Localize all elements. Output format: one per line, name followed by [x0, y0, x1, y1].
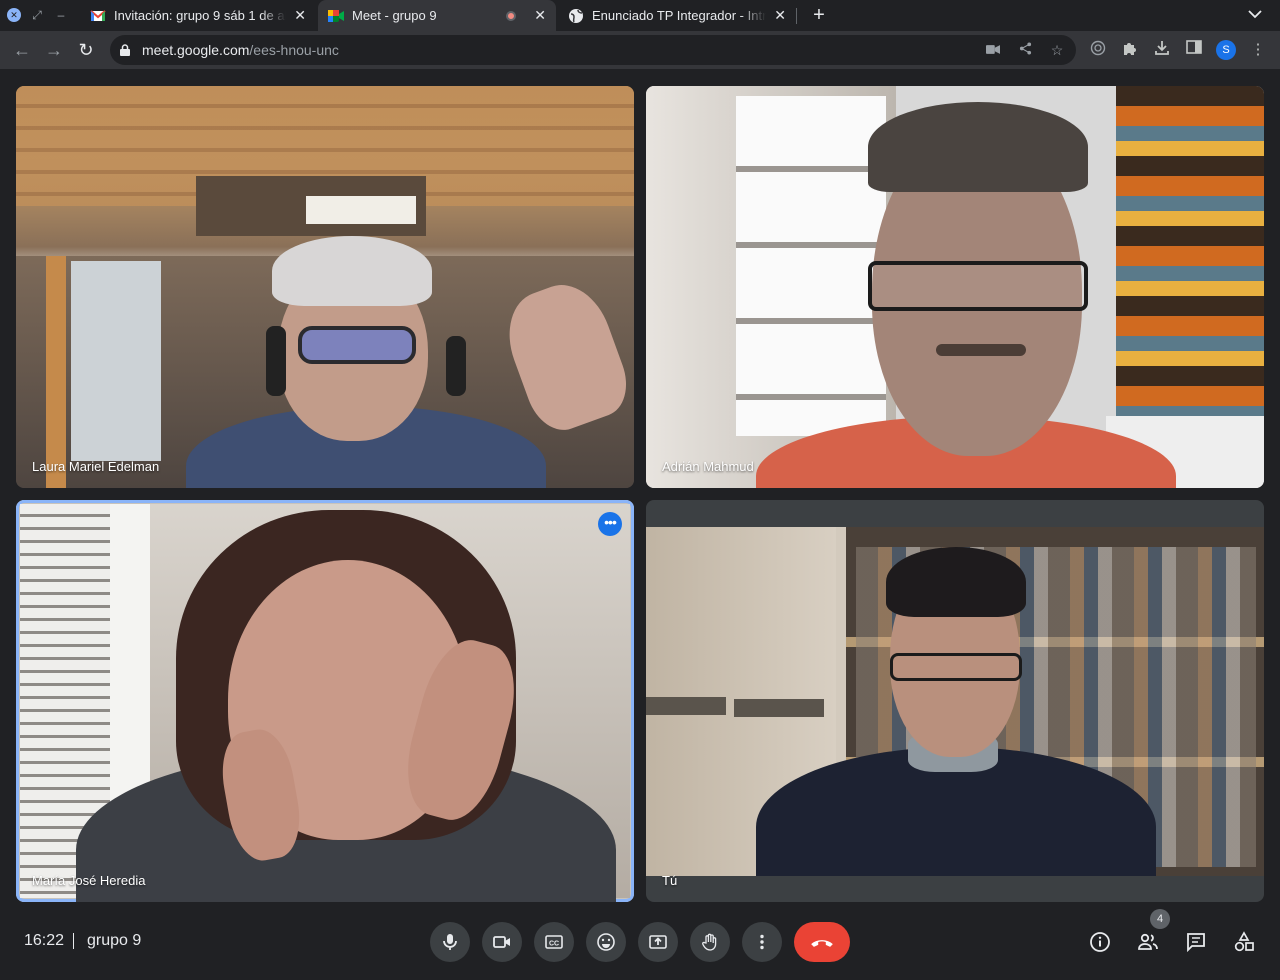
- url-path: /ees-hnou-unc: [249, 42, 339, 58]
- person-hair: [272, 236, 432, 306]
- browser-menu-icon[interactable]: ⋮: [1248, 40, 1268, 60]
- present-screen-button[interactable]: [638, 922, 678, 962]
- more-options-button[interactable]: [742, 922, 782, 962]
- chat-button[interactable]: [1184, 930, 1208, 954]
- url-text: meet.google.com/ees-hnou-unc: [142, 42, 339, 58]
- wardrobe-handle: [734, 699, 824, 717]
- window-panes: [736, 96, 886, 436]
- reload-icon[interactable]: ↻: [74, 38, 98, 62]
- participant-name: Laura Mariel Edelman: [32, 459, 160, 474]
- emoji-icon: [597, 933, 615, 951]
- reactions-button[interactable]: [586, 922, 626, 962]
- chat-icon: [1187, 933, 1205, 953]
- divider: [73, 933, 74, 949]
- gmail-icon: [90, 8, 106, 24]
- wall-tapestry: [1116, 86, 1264, 426]
- svg-text:CC: CC: [549, 941, 559, 948]
- url-host: meet.google.com: [142, 42, 250, 58]
- participant-name: María José Heredia: [32, 873, 146, 888]
- tab-search-chevron-icon[interactable]: [1248, 6, 1262, 22]
- meet-icon: [328, 8, 344, 24]
- recording-indicator-icon: [506, 10, 517, 21]
- self-video-frame: [646, 527, 1264, 876]
- share-icon[interactable]: [1016, 41, 1034, 59]
- video-tile-participant[interactable]: ••• María José Heredia: [16, 500, 634, 902]
- camera-button[interactable]: [482, 922, 522, 962]
- microphone-icon: [443, 934, 457, 950]
- tab-gmail-invitation[interactable]: Invitación: grupo 9 sáb 1 de ab ✕: [80, 0, 316, 31]
- tab-title: Enunciado TP Integrador - Intr: [592, 8, 767, 23]
- people-button[interactable]: [1136, 930, 1160, 954]
- person-hair: [886, 547, 1026, 617]
- download-icon[interactable]: [1152, 40, 1172, 60]
- headset-right: [446, 336, 466, 396]
- meeting-details-button[interactable]: [1088, 930, 1112, 954]
- window-close-icon[interactable]: ✕: [7, 8, 21, 22]
- meeting-clock: 16:22: [24, 932, 65, 949]
- back-arrow-icon[interactable]: ←: [10, 38, 34, 62]
- glasses: [890, 653, 1022, 681]
- info-icon: [1090, 932, 1110, 952]
- sync-icon[interactable]: [1088, 40, 1108, 60]
- raise-hand-icon: [702, 933, 717, 951]
- tab-title: Invitación: grupo 9 sáb 1 de ab: [114, 8, 287, 23]
- lock-icon: [120, 43, 130, 56]
- window-light: [306, 196, 416, 224]
- tab-enunciado-tp[interactable]: Enunciado TP Integrador - Intr ✕: [558, 0, 796, 31]
- window-minimize-icon[interactable]: –: [54, 8, 68, 22]
- profile-avatar[interactable]: S: [1216, 40, 1236, 60]
- raise-hand-button[interactable]: [690, 922, 730, 962]
- meeting-title: grupo 9: [87, 932, 142, 949]
- browser-tab-strip: ✕ ⤢ – Invitación: grupo 9 sáb 1 de ab ✕ …: [0, 0, 1280, 31]
- forward-arrow-icon[interactable]: →: [42, 38, 66, 62]
- video-tile-self[interactable]: Tú: [646, 500, 1264, 902]
- side-panel-icon[interactable]: [1184, 40, 1204, 60]
- tab-meet-grupo-9[interactable]: Meet - grupo 9 ✕: [318, 0, 556, 31]
- bookmark-star-icon[interactable]: ☆: [1048, 41, 1066, 59]
- leave-call-button[interactable]: [794, 922, 850, 962]
- participant-count-badge: 4: [1150, 909, 1170, 929]
- tab-close-icon[interactable]: ✕: [294, 7, 306, 24]
- participant-name: Tú: [662, 873, 678, 888]
- moustache: [936, 344, 1026, 356]
- tab-title: Meet - grupo 9: [352, 8, 437, 23]
- glasses: [868, 261, 1088, 311]
- microphone-button[interactable]: [430, 922, 470, 962]
- captions-button[interactable]: CC: [534, 922, 574, 962]
- extensions-puzzle-icon[interactable]: [1120, 40, 1140, 60]
- tab-close-icon[interactable]: ✕: [774, 7, 786, 24]
- meeting-controls-bar: 16:22 grupo 9 CC 4: [0, 902, 1280, 980]
- glasses: [298, 326, 416, 364]
- tab-divider: [796, 8, 797, 24]
- video-camera-icon: [493, 936, 510, 948]
- globe-icon: [568, 8, 584, 24]
- new-tab-button[interactable]: +: [808, 4, 830, 26]
- wood-post: [46, 256, 66, 488]
- headset-left: [266, 326, 286, 396]
- activities-shapes-icon: [1234, 931, 1254, 952]
- address-bar[interactable]: meet.google.com/ees-hnou-unc ☆: [110, 35, 1076, 65]
- more-vertical-icon: [760, 934, 764, 950]
- wardrobe-handle: [646, 697, 726, 715]
- browser-toolbar: ← → ↻ meet.google.com/ees-hnou-unc ☆ S ⋮: [0, 31, 1280, 69]
- activities-button[interactable]: [1232, 930, 1256, 954]
- camera-in-use-icon[interactable]: [984, 41, 1002, 59]
- present-screen-icon: [649, 935, 667, 949]
- video-tile-participant[interactable]: Laura Mariel Edelman: [16, 86, 634, 488]
- tab-close-icon[interactable]: ✕: [534, 7, 546, 24]
- video-tile-participant[interactable]: Adrián Mahmud: [646, 86, 1264, 488]
- person-hair: [868, 102, 1088, 192]
- more-options-button[interactable]: •••: [598, 512, 622, 536]
- doorway-light: [71, 261, 161, 461]
- end-call-icon: [811, 940, 833, 947]
- closed-captions-icon: CC: [545, 935, 563, 949]
- participant-name: Adrián Mahmud: [662, 459, 754, 474]
- people-icon: [1138, 933, 1158, 950]
- window-restore-icon[interactable]: ⤢: [30, 8, 44, 22]
